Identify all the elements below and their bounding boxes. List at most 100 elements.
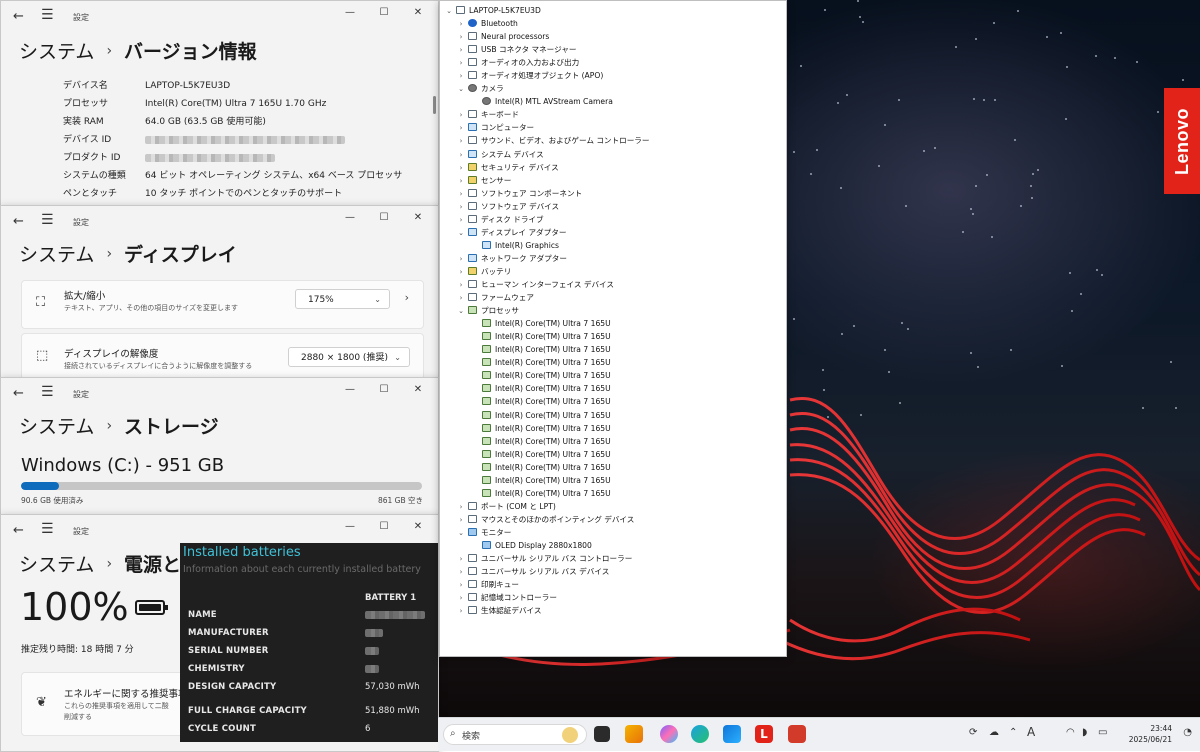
lenovo-vantage-icon[interactable]: L — [755, 725, 773, 743]
device-category[interactable]: › センサー — [456, 174, 511, 187]
device-category[interactable]: › ポート (COM と LPT) — [456, 500, 556, 513]
expand-chevron-icon[interactable]: ⌄ — [444, 5, 454, 18]
close-button[interactable]: ✕ — [406, 521, 430, 532]
expand-chevron-icon[interactable]: › — [456, 162, 466, 175]
collapse-chevron-icon[interactable]: ⌄ — [456, 527, 466, 540]
device-category[interactable]: › Bluetooth — [456, 17, 518, 30]
tree-root[interactable]: ⌄ LAPTOP-L5K7EU3D — [444, 4, 541, 17]
expand-chevron-icon[interactable]: › — [456, 292, 466, 305]
tray-sync-icon[interactable]: ⟳ — [969, 727, 977, 738]
device-category[interactable]: ⌄ ディスプレイ アダプター — [456, 226, 566, 239]
device-item[interactable]: Intel(R) MTL AVStream Camera — [470, 95, 613, 108]
device-category[interactable]: › 印刷キュー — [456, 578, 519, 591]
device-category[interactable]: › ファームウェア — [456, 291, 534, 304]
back-arrow-icon[interactable]: ← — [13, 214, 24, 229]
tray-cloud-icon[interactable]: ☁ — [989, 727, 999, 738]
store-icon[interactable] — [723, 725, 741, 743]
expand-chevron-icon[interactable]: › — [456, 553, 466, 566]
device-item[interactable]: Intel(R) Core(TM) Ultra 7 165U — [470, 435, 611, 448]
device-category[interactable]: ⌄ プロセッサ — [456, 304, 519, 317]
expand-chevron-icon[interactable]: › — [456, 135, 466, 148]
expand-chevron-icon[interactable]: › — [456, 31, 466, 44]
expand-chevron-icon[interactable]: › — [456, 188, 466, 201]
device-item[interactable]: Intel(R) Core(TM) Ultra 7 165U — [470, 317, 611, 330]
device-category[interactable]: › サウンド、ビデオ、およびゲーム コントローラー — [456, 134, 650, 147]
battery-tray-icon[interactable]: ▭ — [1098, 727, 1107, 738]
wifi-icon[interactable]: ◠ — [1066, 727, 1075, 738]
device-category[interactable]: › ソフトウェア コンポーネント — [456, 187, 582, 200]
breadcrumb-system[interactable]: システム — [19, 41, 94, 63]
device-item[interactable]: Intel(R) Core(TM) Ultra 7 165U — [470, 330, 611, 343]
expand-chevron-icon[interactable]: › — [456, 122, 466, 135]
device-item[interactable]: Intel(R) Core(TM) Ultra 7 165U — [470, 343, 611, 356]
back-arrow-icon[interactable]: ← — [13, 386, 24, 401]
device-category[interactable]: › オーディオの入力および出力 — [456, 56, 579, 69]
device-category[interactable]: › バッテリ — [456, 265, 511, 278]
maximize-button[interactable]: ☐ — [372, 384, 396, 395]
expand-chevron-icon[interactable]: › — [456, 214, 466, 227]
close-button[interactable]: ✕ — [406, 384, 430, 395]
expand-chevron-icon[interactable]: › — [456, 175, 466, 188]
device-item[interactable]: Intel(R) Core(TM) Ultra 7 165U — [470, 422, 611, 435]
device-category[interactable]: › ヒューマン インターフェイス デバイス — [456, 278, 614, 291]
chevron-right-icon[interactable]: › — [405, 291, 409, 304]
breadcrumb-system[interactable]: システム — [19, 244, 94, 266]
maximize-button[interactable]: ☐ — [372, 521, 396, 532]
hamburger-menu-icon[interactable]: ☰ — [41, 521, 54, 537]
lenovo-commercial-icon[interactable] — [788, 725, 806, 743]
expand-chevron-icon[interactable]: › — [456, 266, 466, 279]
device-item[interactable]: Intel(R) Core(TM) Ultra 7 165U — [470, 487, 611, 500]
device-item[interactable]: Intel(R) Core(TM) Ultra 7 165U — [470, 369, 611, 382]
scale-setting-card[interactable]: ⛶ 拡大/縮小 テキスト、アプリ、その他の項目のサイズを変更します 175% ⌄… — [21, 280, 424, 329]
clock[interactable]: 23:44 2025/06/21 — [1129, 723, 1172, 745]
expand-chevron-icon[interactable]: › — [456, 201, 466, 214]
device-category[interactable]: › キーボード — [456, 108, 519, 121]
device-item[interactable]: Intel(R) Core(TM) Ultra 7 165U — [470, 448, 611, 461]
back-arrow-icon[interactable]: ← — [13, 9, 24, 24]
file-explorer-icon[interactable] — [625, 725, 643, 743]
device-item[interactable]: OLED Display 2880x1800 — [470, 539, 592, 552]
device-category[interactable]: › 記憶域コントローラー — [456, 591, 557, 604]
hamburger-menu-icon[interactable]: ☰ — [41, 212, 54, 228]
expand-chevron-icon[interactable]: › — [456, 566, 466, 579]
close-button[interactable]: ✕ — [406, 7, 430, 18]
expand-chevron-icon[interactable]: › — [456, 514, 466, 527]
minimize-button[interactable]: — — [338, 521, 362, 532]
maximize-button[interactable]: ☐ — [372, 7, 396, 18]
hamburger-menu-icon[interactable]: ☰ — [41, 7, 54, 23]
minimize-button[interactable]: — — [338, 384, 362, 395]
device-category[interactable]: › コンピューター — [456, 121, 534, 134]
back-arrow-icon[interactable]: ← — [13, 523, 24, 538]
device-item[interactable]: Intel(R) Core(TM) Ultra 7 165U — [470, 409, 611, 422]
device-category[interactable]: › ユニバーサル シリアル バス コントローラー — [456, 552, 632, 565]
expand-chevron-icon[interactable]: › — [456, 109, 466, 122]
expand-chevron-icon[interactable]: › — [456, 579, 466, 592]
device-item[interactable]: Intel(R) Graphics — [470, 239, 559, 252]
expand-chevron-icon[interactable]: › — [456, 279, 466, 292]
device-category[interactable]: › マウスとそのほかのポインティング デバイス — [456, 513, 634, 526]
close-button[interactable]: ✕ — [406, 212, 430, 223]
volume-icon[interactable]: ◗ — [1082, 727, 1087, 738]
task-view-icon[interactable] — [594, 726, 610, 742]
device-category[interactable]: › Neural processors — [456, 30, 549, 43]
copilot-icon[interactable] — [660, 725, 678, 743]
taskbar-search-box[interactable]: ⌕ 検索 — [443, 724, 587, 745]
device-item[interactable]: Intel(R) Core(TM) Ultra 7 165U — [470, 395, 611, 408]
hamburger-menu-icon[interactable]: ☰ — [41, 384, 54, 400]
device-category[interactable]: ⌄ カメラ — [456, 82, 504, 95]
device-category[interactable]: › ディスク ドライブ — [456, 213, 544, 226]
device-category[interactable]: ⌄ モニター — [456, 526, 511, 539]
breadcrumb-system[interactable]: システム — [19, 416, 94, 438]
resolution-dropdown[interactable]: 2880 × 1800 (推奨) ⌄ — [288, 347, 410, 367]
tray-chevron-up-icon[interactable]: ⌃ — [1009, 727, 1017, 738]
device-category[interactable]: › ソフトウェア デバイス — [456, 200, 559, 213]
expand-chevron-icon[interactable]: › — [456, 501, 466, 514]
breadcrumb-system[interactable]: システム — [19, 554, 94, 576]
device-category[interactable]: › セキュリティ デバイス — [456, 161, 559, 174]
expand-chevron-icon[interactable]: › — [456, 18, 466, 31]
collapse-chevron-icon[interactable]: ⌄ — [456, 305, 466, 318]
device-category[interactable]: › オーディオ処理オブジェクト (APO) — [456, 69, 603, 82]
device-item[interactable]: Intel(R) Core(TM) Ultra 7 165U — [470, 461, 611, 474]
scrollbar-thumb[interactable] — [433, 96, 436, 114]
resolution-setting-card[interactable]: ⬚ ディスプレイの解像度 接続されているディスプレイに合うように解像度を調整する… — [21, 333, 424, 378]
